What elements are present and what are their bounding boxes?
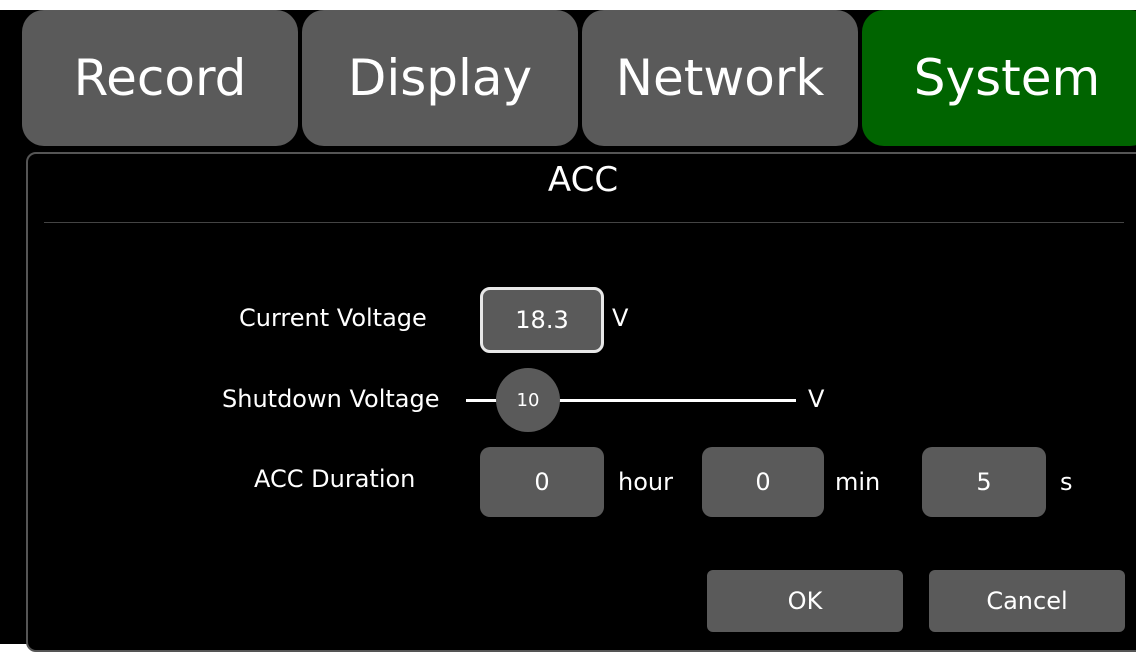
- shutdown-voltage-label: Shutdown Voltage: [222, 385, 440, 413]
- acc-duration-sec-unit: s: [1060, 468, 1073, 496]
- cancel-button[interactable]: Cancel: [929, 570, 1125, 632]
- acc-duration-sec-field[interactable]: 5: [922, 447, 1046, 517]
- current-voltage-label: Current Voltage: [239, 304, 427, 332]
- title-divider: [44, 222, 1124, 223]
- acc-duration-label: ACC Duration: [254, 465, 416, 493]
- acc-duration-min-field[interactable]: 0: [702, 447, 824, 517]
- tab-system[interactable]: System: [862, 10, 1136, 146]
- shutdown-voltage-unit: V: [808, 385, 825, 413]
- current-voltage-unit: V: [612, 304, 629, 332]
- shutdown-voltage-slider-knob[interactable]: 10: [496, 368, 560, 432]
- acc-duration-hour-unit: hour: [618, 468, 673, 496]
- ok-button[interactable]: OK: [707, 570, 903, 632]
- acc-duration-min-unit: min: [835, 468, 881, 496]
- tab-record[interactable]: Record: [22, 10, 298, 146]
- page-title: ACC: [547, 160, 619, 200]
- tab-network[interactable]: Network: [582, 10, 858, 146]
- tab-display[interactable]: Display: [302, 10, 578, 146]
- current-voltage-field[interactable]: 18.3: [480, 287, 604, 353]
- acc-duration-hour-field[interactable]: 0: [480, 447, 604, 517]
